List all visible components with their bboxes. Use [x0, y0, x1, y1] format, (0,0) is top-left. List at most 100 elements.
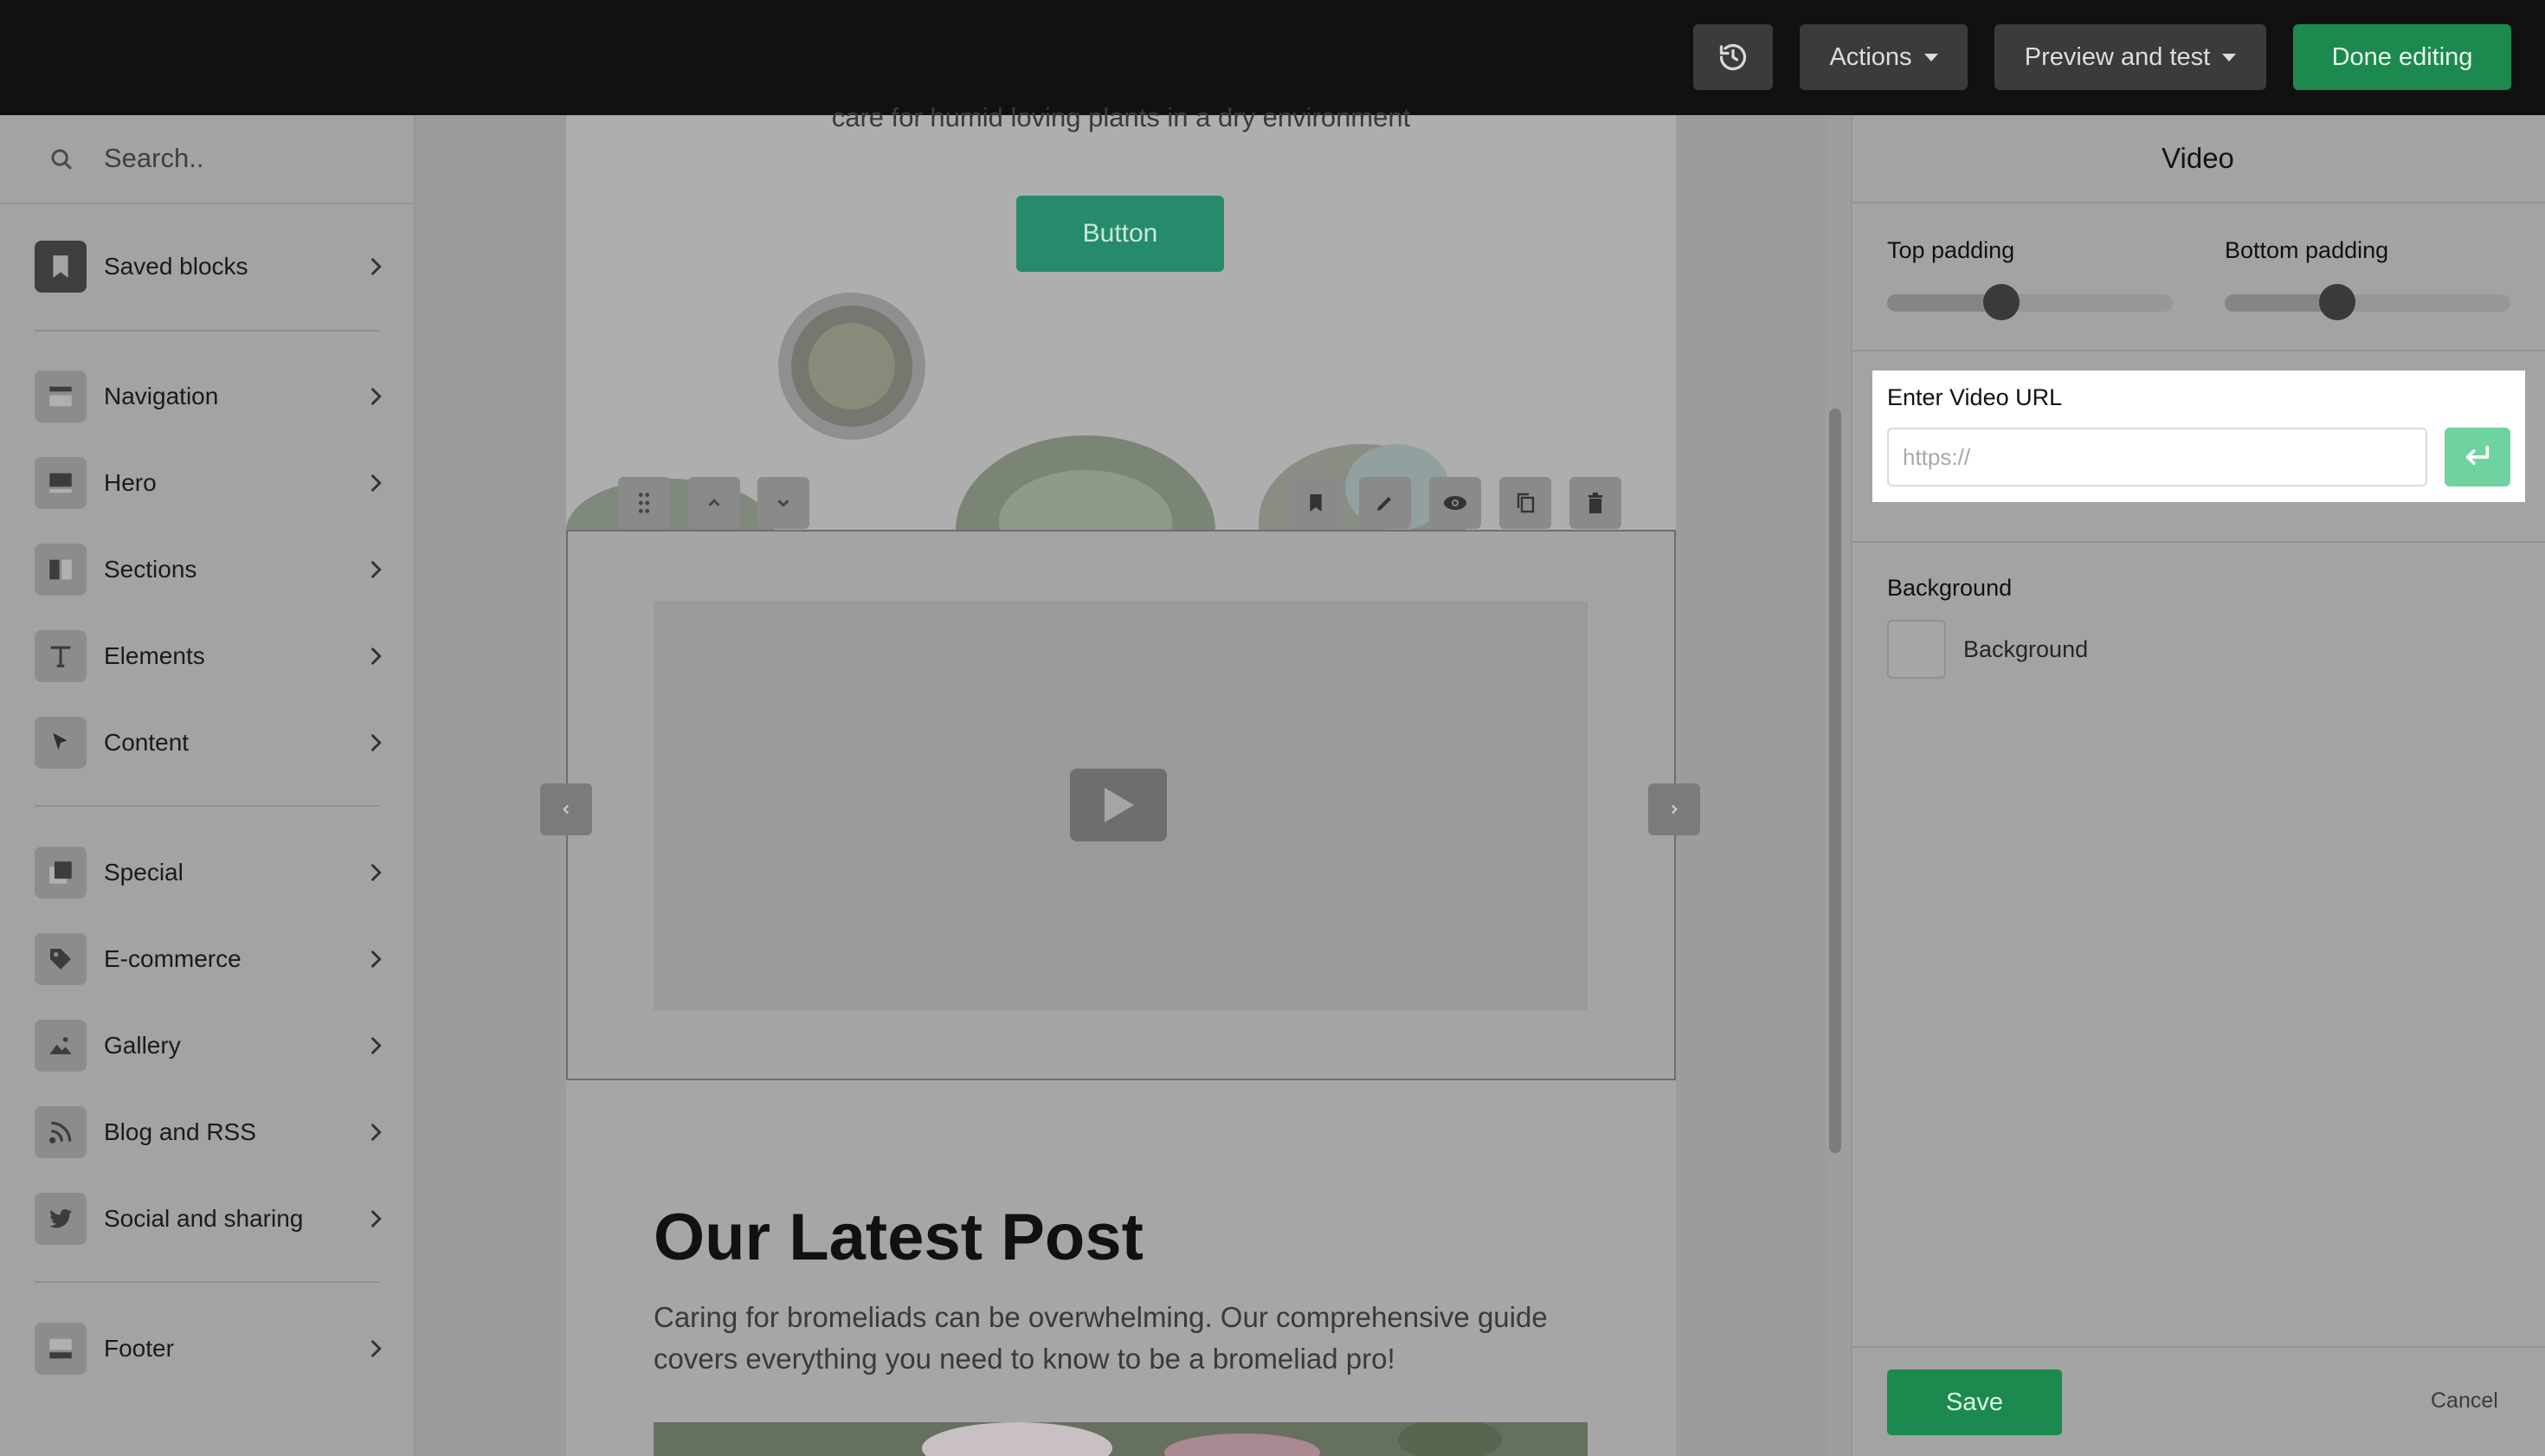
- sidebar-item-saved-blocks[interactable]: Saved blocks: [0, 230, 414, 300]
- sidebar-item-label: Navigation: [104, 383, 219, 409]
- drag-handle[interactable]: [618, 477, 670, 529]
- sidebar-item-label: Elements: [104, 642, 205, 669]
- move-up-button[interactable]: [688, 477, 740, 529]
- sidebar-item-footer[interactable]: Footer: [0, 1312, 414, 1382]
- sidebar-item-label: Blog and RSS: [104, 1118, 256, 1145]
- sidebar-item-blog-and-rss[interactable]: Blog and RSS: [0, 1096, 414, 1165]
- canvas-scrollbar[interactable]: [1829, 409, 1841, 1153]
- bookmark-icon: [35, 241, 87, 293]
- history-icon: [1719, 43, 1747, 71]
- tag-icon: [35, 933, 87, 985]
- chevron-right-icon: [371, 864, 382, 881]
- done-editing-button[interactable]: Done editing: [2293, 24, 2511, 90]
- next-arrow-button[interactable]: [1648, 783, 1700, 835]
- bookmark-icon: [1310, 494, 1322, 512]
- copy-icon: [1517, 493, 1535, 513]
- chevron-right-icon: [371, 647, 382, 665]
- save-block-button[interactable]: [1290, 477, 1342, 529]
- chevron-right-icon: [371, 1210, 382, 1227]
- hero-background-image: [566, 115, 1676, 531]
- chevron-right-icon: [1671, 804, 1678, 815]
- search-icon: [51, 149, 72, 170]
- chevron-right-icon: [371, 734, 382, 751]
- sidebar-item-label: Gallery: [104, 1032, 181, 1059]
- enter-icon: [2465, 445, 2490, 465]
- sections-icon: [35, 544, 87, 596]
- sidebar-item-social-and-sharing[interactable]: Social and sharing: [0, 1182, 414, 1252]
- chevron-right-icon: [371, 474, 382, 492]
- preview-label: Preview and test: [2024, 42, 2211, 71]
- sidebar-item-label: Footer: [104, 1335, 174, 1362]
- panel-divider: [1852, 541, 2545, 543]
- top-padding-slider-knob[interactable]: [1983, 284, 2020, 320]
- special-icon: [35, 847, 87, 899]
- chevron-right-icon: [371, 258, 382, 275]
- visibility-button[interactable]: [1429, 477, 1481, 529]
- sidebar-item-sections[interactable]: Sections: [0, 533, 414, 602]
- chevron-right-icon: [371, 388, 382, 405]
- sidebar-item-elements[interactable]: Elements: [0, 620, 414, 689]
- top-padding-label: Top padding: [1887, 237, 2015, 263]
- settings-panel: [1851, 115, 2545, 1456]
- caret-down-icon: [1923, 53, 1938, 61]
- sidebar-divider: [35, 805, 379, 807]
- drag-dots-icon: [638, 493, 650, 513]
- chevron-right-icon: [371, 561, 382, 578]
- preview-and-test-dropdown[interactable]: Preview and test: [1994, 24, 2266, 90]
- footer-icon: [35, 1323, 87, 1375]
- actions-label: Actions: [1829, 42, 1912, 71]
- sidebar-item-label: Special: [104, 859, 184, 886]
- video-url-input[interactable]: [1887, 428, 2427, 486]
- duplicate-block-button[interactable]: [1499, 477, 1551, 529]
- chevron-up-icon: [708, 499, 720, 506]
- rss-icon: [35, 1106, 87, 1158]
- trash-icon: [1588, 493, 1602, 513]
- chevron-left-icon: [563, 804, 570, 815]
- chevron-right-icon: [371, 1124, 382, 1141]
- background-label: Background: [1887, 575, 2013, 601]
- chevron-right-icon: [371, 1340, 382, 1357]
- background-swatch-label: Background: [1963, 636, 2089, 662]
- pencil-icon: [1377, 497, 1391, 511]
- sidebar-search[interactable]: Search..: [0, 115, 414, 204]
- sidebar-item-navigation[interactable]: Navigation: [0, 360, 414, 429]
- bottom-padding-slider[interactable]: [2225, 294, 2510, 312]
- chevron-down-icon: [777, 499, 789, 507]
- eye-icon: [1444, 496, 1466, 510]
- blocks-sidebar: Search.. Saved blocks Navigation Hero Se…: [0, 115, 416, 1456]
- top-padding-slider[interactable]: [1887, 294, 2173, 312]
- hero-button[interactable]: Button: [1016, 196, 1224, 272]
- history-button[interactable]: [1693, 24, 1773, 90]
- play-icon[interactable]: [1070, 769, 1167, 841]
- cursor-icon: [35, 717, 87, 769]
- actions-dropdown[interactable]: Actions: [1800, 24, 1968, 90]
- twitter-icon: [35, 1193, 87, 1245]
- sidebar-item-hero[interactable]: Hero: [0, 447, 414, 516]
- sidebar-divider: [35, 330, 379, 332]
- delete-block-button[interactable]: [1569, 477, 1621, 529]
- sidebar-item-gallery[interactable]: Gallery: [0, 1009, 414, 1079]
- caret-down-icon: [2222, 53, 2237, 61]
- hero-subtitle: care for humid loving plants in a dry en…: [831, 102, 1411, 132]
- move-down-button[interactable]: [757, 477, 809, 529]
- save-button[interactable]: Save: [1887, 1369, 2062, 1435]
- cancel-button[interactable]: Cancel: [2431, 1388, 2498, 1414]
- chevron-right-icon: [371, 950, 382, 968]
- bottom-padding-slider-knob[interactable]: [2319, 284, 2355, 320]
- panel-divider: [1852, 350, 2545, 351]
- sidebar-item-label: Hero: [104, 469, 157, 496]
- post-title: Our Latest Post: [654, 1201, 1144, 1274]
- sidebar-item-label: Social and sharing: [104, 1205, 304, 1232]
- hero-icon: [35, 457, 87, 509]
- panel-divider: [1852, 1346, 2545, 1348]
- edit-block-button[interactable]: [1359, 477, 1411, 529]
- sidebar-item-content[interactable]: Content: [0, 706, 414, 776]
- prev-arrow-button[interactable]: [540, 783, 592, 835]
- video-url-label: Enter Video URL: [1887, 384, 2063, 410]
- submit-url-button[interactable]: [2445, 428, 2510, 486]
- background-color-swatch[interactable]: [1887, 620, 1946, 679]
- sidebar-item-e-commerce[interactable]: E-commerce: [0, 923, 414, 992]
- sidebar-item-special[interactable]: Special: [0, 836, 414, 905]
- search-placeholder: Search..: [104, 143, 204, 173]
- sidebar-item-label: Saved blocks: [104, 253, 248, 280]
